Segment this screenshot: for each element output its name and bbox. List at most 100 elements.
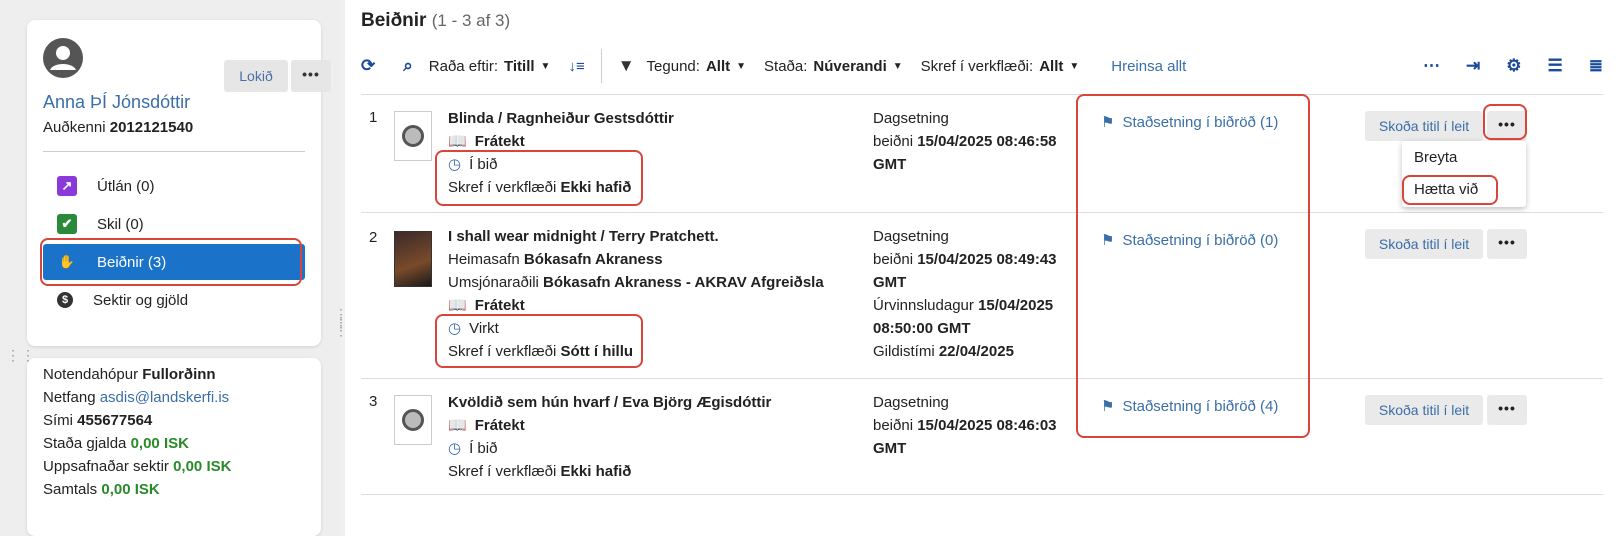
workflow-select[interactable]: Allt — [1039, 58, 1063, 75]
request-type: Frátekt — [474, 133, 525, 150]
date-value: 15/04/2025 08:46:03 — [917, 417, 1057, 434]
info-group-label: Notendahópur — [43, 366, 139, 383]
email-link[interactable]: asdis@landskerfi.is — [100, 389, 229, 406]
info-fines: Uppsafnaðar sektir 0,00 ISK — [43, 458, 231, 475]
info-balance: Staða gjalda 0,00 ISK — [43, 435, 189, 452]
request-date: Dagsetning beiðni 15/04/2025 08:46:58 GM… — [873, 107, 1083, 176]
date-value: 15/04/2025 08:46:58 — [917, 133, 1057, 150]
book-thumbnail — [394, 395, 432, 445]
expiry-value: 15/04/2025 — [978, 297, 1054, 314]
row-more-button[interactable]: ••• — [1487, 395, 1527, 425]
patron-more-button[interactable]: ••• — [291, 60, 331, 92]
toolbar-actions: ⋯ ⇥ ⚙ ☰ ≣ — [1423, 56, 1603, 76]
loan-arrow-icon: ↗ — [57, 176, 77, 196]
info-phone: Sími 455677564 — [43, 412, 152, 429]
type-select[interactable]: Allt — [706, 58, 730, 75]
book-icon: 📖 — [448, 133, 467, 150]
valid-value: 22/04/2025 — [938, 343, 1014, 360]
request-title[interactable]: I shall wear midnight / Terry Pratchett. — [448, 228, 719, 245]
request-status: Í bið — [469, 440, 498, 457]
lokid-button[interactable]: Lokið — [224, 60, 288, 92]
toolbar-divider — [600, 49, 602, 83]
highlight-status-row2 — [435, 314, 643, 368]
gear-icon[interactable]: ⚙ — [1506, 56, 1521, 76]
highlight-more-button — [1483, 104, 1527, 140]
patron-id: Auðkenni 2012121540 — [43, 119, 193, 136]
sidebar-item-label: Útlán (0) — [97, 177, 155, 195]
chevron-down-icon[interactable]: ▼ — [1069, 61, 1079, 72]
info-total-label: Samtals — [43, 481, 98, 498]
export-icon[interactable]: ⇥ — [1466, 56, 1480, 76]
chevron-down-icon[interactable]: ▼ — [893, 61, 903, 72]
search-icon[interactable]: ⌕ — [403, 56, 413, 76]
home-library-value: Bókasafn Akraness — [523, 251, 663, 268]
chevron-down-icon[interactable]: ▼ — [541, 61, 551, 72]
sidebar-item-fines[interactable]: $ Sektir og gjöld — [43, 282, 305, 318]
sidebar-item-returns[interactable]: ✔ Skil (0) — [43, 206, 305, 242]
highlight-status-row1 — [435, 150, 643, 206]
page-title-text: Beiðnir — [361, 10, 427, 31]
requests-main: Beiðnir (1 - 3 af 3) ⟳ ⌕ Raða eftir: Tit… — [345, 0, 1619, 536]
info-phone-value: 455677564 — [77, 412, 153, 429]
page-count: (1 - 3 af 3) — [431, 11, 511, 30]
date-label: Dagsetning — [873, 394, 949, 411]
status-label: Staða: — [764, 57, 808, 75]
view-title-button[interactable]: Skoða titil í leit — [1365, 111, 1483, 141]
info-group: Notendahópur Fullorðinn — [43, 366, 216, 383]
request-type: Frátekt — [474, 297, 525, 314]
request-title[interactable]: Blinda / Ragnheiður Gestsdóttir — [448, 110, 674, 127]
patron-id-label: Auðkenni — [43, 119, 106, 136]
info-fines-label: Uppsafnaðar sektir — [43, 458, 169, 475]
info-total-value: 0,00 ISK — [101, 481, 160, 498]
avatar-icon — [43, 38, 83, 78]
more-icon[interactable]: ⋯ — [1423, 56, 1440, 76]
page-title: Beiðnir (1 - 3 af 3) — [361, 10, 510, 32]
row-more-button[interactable]: ••• — [1487, 229, 1527, 259]
view-title-button[interactable]: Skoða titil í leit — [1365, 395, 1483, 425]
drag-handle-icon[interactable]: ⋮⋮ — [6, 348, 36, 362]
chevron-down-icon[interactable]: ▼ — [736, 61, 746, 72]
date-value: 15/04/2025 08:49:43 — [917, 251, 1057, 268]
patron-panel: Lokið ••• Anna ÞÍ Jónsdóttir Auðkenni 20… — [0, 0, 340, 536]
clear-all-link[interactable]: Hreinsa allt — [1111, 58, 1186, 75]
table-row: 3 Kvöldið sem hún hvarf / Eva Björg Ægis… — [361, 378, 1603, 494]
request-details: Kvöldið sem hún hvarf / Eva Björg Ægisdó… — [448, 391, 771, 483]
request-title[interactable]: Kvöldið sem hún hvarf / Eva Björg Ægisdó… — [448, 394, 771, 411]
highlight-cancel-option — [1402, 175, 1498, 205]
clock-icon: ◷ — [448, 440, 462, 457]
request-date: Dagsetning beiðni 15/04/2025 08:46:03 GM… — [873, 391, 1083, 460]
highlight-queue-column — [1076, 94, 1310, 438]
book-icon: 📖 — [448, 417, 467, 434]
info-fines-value: 0,00 ISK — [173, 458, 232, 475]
media-disc-icon — [402, 125, 424, 147]
sort-select[interactable]: Titill — [504, 58, 535, 75]
status-select[interactable]: Núverandi — [813, 58, 886, 75]
request-date: Dagsetning beiðni 15/04/2025 08:49:43 GM… — [873, 225, 1083, 363]
list-view-icon[interactable]: ≣ — [1589, 56, 1603, 76]
table-bottom-divider — [361, 494, 1603, 495]
valid-label: Gildistími — [873, 343, 935, 360]
sidebar-item-label: Sektir og gjöld — [93, 291, 189, 309]
patron-name[interactable]: Anna ÞÍ Jónsdóttir — [43, 92, 190, 113]
date-tz: GMT — [873, 156, 907, 173]
toolbar: ⟳ ⌕ Raða eftir: Titill ▼ ↓≡ ▼ Tegund: Al… — [361, 48, 1603, 84]
type-label: Tegund: — [646, 57, 700, 75]
info-total: Samtals 0,00 ISK — [43, 481, 160, 498]
info-phone-label: Sími — [43, 412, 73, 429]
menu-item-edit[interactable]: Breyta — [1414, 149, 1457, 166]
info-email: Netfang asdis@landskerfi.is — [43, 389, 229, 406]
patron-card: Lokið ••• Anna ÞÍ Jónsdóttir Auðkenni 20… — [27, 20, 331, 346]
filter-icon[interactable]: ▼ — [618, 56, 635, 76]
date-prefix: beiðni — [873, 251, 914, 268]
sort-direction-icon[interactable]: ↓≡ — [568, 58, 584, 75]
media-disc-icon — [402, 409, 424, 431]
sidebar-item-loans[interactable]: ↗ Útlán (0) — [43, 168, 305, 204]
date-label: Dagsetning — [873, 228, 949, 245]
expiry-label: Úrvinnsludagur — [873, 297, 974, 314]
return-check-icon: ✔ — [57, 214, 77, 234]
refresh-icon[interactable]: ⟳ — [361, 56, 375, 76]
book-cover — [394, 231, 432, 287]
view-title-button[interactable]: Skoða titil í leit — [1365, 229, 1483, 259]
book-thumbnail — [394, 111, 432, 161]
compact-view-icon[interactable]: ☰ — [1548, 56, 1563, 76]
